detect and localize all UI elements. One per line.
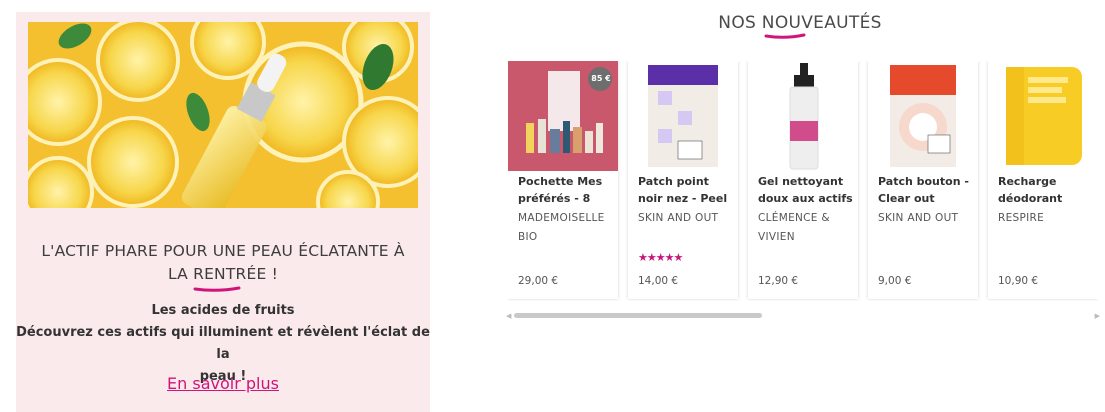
product-price: 12,90 € — [758, 275, 799, 287]
price-badge: 85 € — [591, 74, 611, 83]
underline-swoosh-icon — [193, 286, 241, 292]
product-carousel: 85 € Pochette Mes préférés - 8 best- MAD… — [508, 61, 1098, 301]
product-card[interactable]: Gel nettoyant doux aux actifs CLÉMENCE &… — [748, 61, 858, 299]
product-rating-stars-icon: ★★★★★ — [638, 251, 683, 264]
product-brand: SKIN AND OUT — [878, 212, 959, 224]
promo-title-underlined-word: RENTRÉE — [193, 265, 267, 283]
product-card[interactable]: Patch point noir nez - Peel out SKIN AND… — [628, 61, 738, 299]
product-name: Patch point noir nez - Peel out — [638, 175, 728, 205]
product-price: 14,00 € — [638, 275, 679, 287]
scroll-left-arrow-icon[interactable]: ◀ — [506, 312, 511, 320]
nouveautes-title: NOS NOUVEAUTÉS — [620, 13, 980, 39]
carousel-scrollbar[interactable]: ◀ ▶ — [506, 312, 1100, 320]
product-price: 9,00 € — [878, 275, 912, 287]
product-name: Recharge déodorant stick — [998, 175, 1063, 205]
promo-card: L'ACTIF PHARE POUR UNE PEAU ÉCLATANTE À … — [16, 12, 430, 412]
nouveautes-title-highlight: NOUVEAUTÉS — [761, 13, 882, 39]
product-brand: CLÉMENCE & VIVIEN — [758, 212, 830, 243]
scroll-right-arrow-icon[interactable]: ▶ — [1095, 312, 1100, 320]
product-name: Pochette Mes préférés - 8 best- — [518, 175, 603, 205]
product-name: Patch bouton - Clear out — [878, 175, 969, 205]
product-card[interactable]: 85 € Pochette Mes préférés - 8 best- MAD… — [508, 61, 618, 299]
promo-title-highlight: RENTRÉE — [193, 263, 267, 292]
underline-swoosh-icon — [764, 33, 806, 39]
product-price: 10,90 € — [998, 275, 1039, 287]
product-name: Gel nettoyant doux aux actifs — [758, 175, 853, 205]
product-image — [628, 61, 738, 171]
promo-image-citrus-serum[interactable] — [28, 22, 418, 208]
product-brand: MADEMOISELLE BIO — [518, 212, 605, 243]
scrollbar-thumb[interactable] — [514, 313, 762, 318]
product-card[interactable]: Recharge déodorant stick RESPIRE 10,90 € — [988, 61, 1098, 299]
promo-title-prefix: LA — [167, 265, 194, 283]
promo-subtitle: Les acides de fruits — [151, 303, 295, 318]
product-brand: SKIN AND OUT — [638, 212, 719, 224]
product-brand: RESPIRE — [998, 212, 1045, 224]
product-image — [988, 61, 1098, 171]
promo-title-line2: LA RENTRÉE ! — [16, 263, 430, 292]
product-price: 29,00 € — [518, 275, 559, 287]
promo-title: L'ACTIF PHARE POUR UNE PEAU ÉCLATANTE À … — [16, 240, 430, 292]
promo-description-line1: Découvrez ces actifs qui illuminent et r… — [16, 325, 430, 362]
nouveautes-title-underlined-word: NOUVEAUTÉS — [761, 13, 882, 33]
product-image: 85 € — [508, 61, 618, 171]
nouveautes-title-prefix: NOS — [718, 13, 762, 33]
product-image — [868, 61, 978, 171]
promo-title-line1: L'ACTIF PHARE POUR UNE PEAU ÉCLATANTE À — [41, 242, 405, 260]
promo-title-suffix: ! — [266, 265, 279, 283]
product-card[interactable]: Patch bouton - Clear out SKIN AND OUT 9,… — [868, 61, 978, 299]
en-savoir-plus-link[interactable]: En savoir plus — [16, 374, 430, 393]
product-image — [748, 61, 858, 171]
